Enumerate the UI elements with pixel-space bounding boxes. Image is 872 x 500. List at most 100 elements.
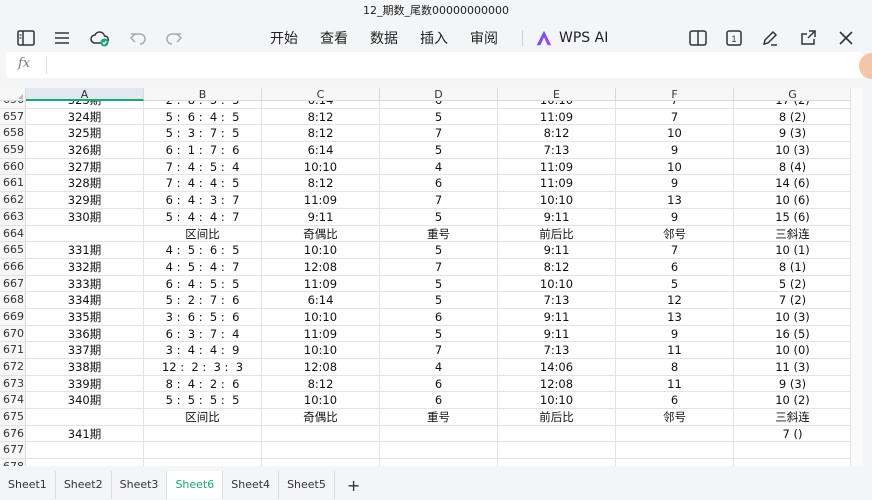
cell-e[interactable] [498, 459, 616, 466]
pen-edit-icon[interactable] [758, 26, 782, 50]
cell-f[interactable]: 13 [616, 192, 734, 208]
cell-c[interactable]: 11:09 [262, 192, 380, 208]
cell-d[interactable]: 7 [380, 342, 498, 358]
cell-d[interactable]: 5 [380, 325, 498, 342]
menu-data[interactable]: 数据 [370, 28, 398, 48]
cell-f[interactable]: 13 [616, 308, 734, 325]
cell-c[interactable]: 8:12 [262, 108, 380, 125]
cell-d[interactable] [380, 459, 498, 466]
cell-c[interactable]: 9:11 [262, 208, 380, 225]
row-number[interactable]: 669 [0, 308, 26, 325]
cell-e[interactable]: 10:10 [498, 192, 616, 208]
formula-input[interactable] [54, 54, 854, 76]
cell-g[interactable]: 7 (2) [734, 292, 850, 308]
cell-d[interactable]: 7 [380, 258, 498, 275]
cell-f[interactable]: 6 [616, 392, 734, 409]
cell-e[interactable]: 8:12 [498, 125, 616, 142]
cell-f[interactable] [616, 442, 734, 459]
cell-c[interactable]: 12:08 [262, 359, 380, 375]
cell-b[interactable] [144, 459, 262, 466]
cell-b[interactable]: 区间比 [144, 225, 262, 242]
cell-g[interactable]: 11 (3) [734, 359, 850, 375]
column-header-a[interactable]: A [26, 88, 144, 101]
cell-b[interactable]: 6 : 4 : 5 : 5 [144, 275, 262, 292]
cell-f[interactable]: 8 [616, 359, 734, 375]
cell-f[interactable]: 9 [616, 175, 734, 192]
row-number[interactable]: 676 [0, 425, 26, 442]
cell-c[interactable]: 6:14 [262, 142, 380, 158]
cell-f[interactable]: 邻号 [616, 409, 734, 425]
cell-b[interactable]: 区间比 [144, 409, 262, 425]
add-sheet-icon[interactable]: + [335, 476, 372, 495]
cell-a[interactable] [26, 442, 144, 459]
cell-g[interactable]: 10 (0) [734, 342, 850, 358]
cell-g[interactable]: 10 (6) [734, 192, 850, 208]
menu-start[interactable]: 开始 [270, 28, 298, 48]
cell-b[interactable]: 3 : 4 : 4 : 9 [144, 342, 262, 358]
cell-f[interactable]: 9 [616, 142, 734, 158]
tab-sheet6[interactable]: Sheet6 [167, 471, 224, 499]
cell-c[interactable]: 10:10 [262, 242, 380, 258]
sidebar-toggle-icon[interactable] [14, 26, 38, 50]
page-count-icon[interactable]: 1 [722, 26, 746, 50]
cell-f[interactable]: 10 [616, 158, 734, 175]
cell-c[interactable] [262, 459, 380, 466]
cell-f[interactable]: 9 [616, 325, 734, 342]
cell-c[interactable]: 8:12 [262, 375, 380, 392]
menu-view[interactable]: 查看 [320, 28, 348, 48]
cell-e[interactable]: 9:11 [498, 208, 616, 225]
cell-g[interactable]: 9 (3) [734, 376, 850, 392]
cell-b[interactable]: 4 : 5 : 6 : 5 [144, 242, 262, 258]
cell-f[interactable]: 12 [616, 292, 734, 308]
cell-a[interactable]: 330期 [26, 208, 144, 225]
column-header-b[interactable]: B [144, 88, 262, 101]
select-all-corner[interactable] [0, 88, 26, 101]
cell-g[interactable]: 15 (6) [734, 209, 850, 225]
cell-d[interactable]: 5 [380, 242, 498, 258]
cell-e[interactable]: 7:13 [498, 142, 616, 158]
cell-b[interactable] [144, 442, 262, 459]
cell-c[interactable]: 10:10 [262, 308, 380, 325]
cell-d[interactable]: 5 [380, 142, 498, 158]
cell-g[interactable]: 10 (3) [734, 142, 850, 158]
cell-b[interactable]: 6 : 1 : 7 : 6 [144, 142, 262, 158]
cell-b[interactable]: 5 : 5 : 5 : 5 [144, 392, 262, 409]
row-number[interactable]: 673 [0, 375, 26, 392]
cell-g[interactable]: 8 (4) [734, 159, 850, 175]
cell-e[interactable]: 12:08 [498, 375, 616, 392]
cell-d[interactable]: 6 [380, 308, 498, 325]
cell-g[interactable]: 三斜连 [734, 409, 850, 425]
fx-icon[interactable]: fx [18, 56, 30, 71]
cell-g[interactable] [734, 459, 850, 466]
cell-d[interactable]: 4 [380, 359, 498, 375]
row-number[interactable]: 659 [0, 142, 26, 158]
cell-e[interactable]: 前后比 [498, 409, 616, 425]
cell-b[interactable]: 5 : 2 : 7 : 6 [144, 292, 262, 308]
cell-b[interactable]: 3 : 6 : 5 : 6 [144, 308, 262, 325]
cell-g[interactable]: 14 (6) [734, 175, 850, 191]
cell-a[interactable] [26, 225, 144, 242]
cell-f[interactable]: 11 [616, 342, 734, 358]
cell-g[interactable]: 10 (3) [734, 309, 850, 325]
cell-c[interactable]: 10:10 [262, 158, 380, 175]
column-header-c[interactable]: C [262, 88, 380, 101]
row-number[interactable]: 663 [0, 208, 26, 225]
close-icon[interactable] [834, 26, 858, 50]
cell-b[interactable]: 4 : 5 : 4 : 7 [144, 258, 262, 275]
cell-d[interactable]: 6 [380, 175, 498, 192]
vertical-scrollbar[interactable] [850, 88, 863, 466]
row-number[interactable]: 664 [0, 225, 26, 242]
cell-c[interactable]: 12:08 [262, 258, 380, 275]
share-export-icon[interactable] [796, 26, 820, 50]
cell-g[interactable]: 16 (5) [734, 326, 850, 342]
cell-f[interactable] [616, 425, 734, 442]
cell-b[interactable]: 5 : 3 : 7 : 5 [144, 125, 262, 142]
cell-g[interactable]: 7 () [734, 426, 850, 442]
cell-a[interactable]: 331期 [26, 242, 144, 258]
cell-e[interactable]: 14:06 [498, 359, 616, 375]
row-number[interactable]: 677 [0, 442, 26, 459]
cell-c[interactable]: 10:10 [262, 392, 380, 409]
cell-e[interactable]: 前后比 [498, 225, 616, 242]
row-number[interactable]: 672 [0, 359, 26, 375]
cell-b[interactable]: 8 : 4 : 2 : 6 [144, 375, 262, 392]
